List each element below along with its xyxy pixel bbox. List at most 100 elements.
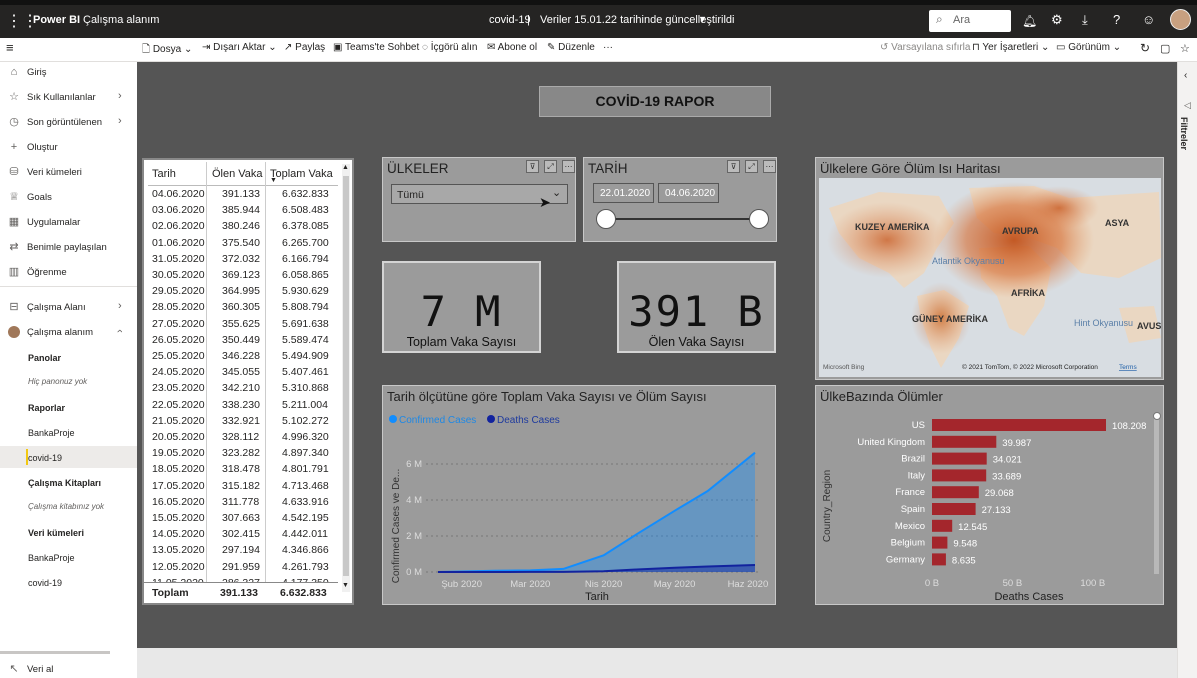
range-handle-end[interactable] xyxy=(749,209,769,229)
smiley-icon[interactable]: ☺ xyxy=(1142,12,1155,27)
chart-scrollbar[interactable] xyxy=(1154,414,1159,574)
area-chart[interactable]: Confirmed Cases Deaths Cases Confirmed C… xyxy=(383,406,775,604)
table-row[interactable]: 01.06.2020 375.540 6.265.700 xyxy=(150,236,332,252)
area-chart-visual[interactable]: Tarih ölçütüne göre Toplam Vaka Sayısı v… xyxy=(382,385,776,605)
report-item-covid19[interactable]: covid-19 xyxy=(28,453,62,463)
table-row[interactable]: 14.05.2020 302.415 4.442.011 xyxy=(150,527,332,543)
table-row[interactable]: 21.05.2020 332.921 5.102.272 xyxy=(150,414,332,430)
table-row[interactable]: 29.05.2020 364.995 5.930.629 xyxy=(150,284,332,300)
bar[interactable] xyxy=(932,435,997,448)
sidebar-item-shared[interactable]: ⇄ Benimle paylaşılan xyxy=(0,237,137,259)
section-dashboards[interactable]: Panolar xyxy=(28,353,61,363)
sidebar-scrollbar[interactable] xyxy=(0,651,110,654)
legend-label[interactable]: Confirmed Cases xyxy=(399,415,476,426)
sidebar-item-my-workspace[interactable]: Çalışma alanım › xyxy=(0,322,137,344)
view-button[interactable]: ▭ Görünüm ⌄ xyxy=(1056,42,1121,53)
user-avatar[interactable] xyxy=(1170,9,1191,30)
section-reports[interactable]: Raporlar xyxy=(28,403,65,413)
sidebar-item-learn[interactable]: ▥ Öğrenme xyxy=(0,262,137,284)
bar-chart[interactable]: Country_Region Deaths Cases US 108.208 Uni… xyxy=(816,406,1163,604)
bar[interactable] xyxy=(932,419,1106,431)
more-options-icon[interactable]: ⋯ xyxy=(562,160,575,173)
sidebar-item-favorites[interactable]: ☆ Sık Kullanılanlar › xyxy=(0,87,137,109)
table-row[interactable]: 03.06.2020 385.944 6.508.483 xyxy=(150,203,332,219)
scroll-thumb[interactable] xyxy=(343,176,349,576)
terms-link[interactable]: Terms xyxy=(1119,364,1137,371)
bar[interactable] xyxy=(932,536,948,549)
get-insights-button[interactable]: ◌ İçgörü alın xyxy=(422,42,477,53)
filter-icon[interactable]: ⊽ xyxy=(727,160,740,173)
table-row[interactable]: 31.05.2020 372.032 6.166.794 xyxy=(150,252,332,268)
reset-default-button[interactable]: ↺ Varsayılana sıfırla xyxy=(880,42,970,53)
refresh-icon[interactable]: ↻ xyxy=(1140,41,1150,55)
report-item-bankaproje[interactable]: BankaProje xyxy=(28,428,75,438)
sidebar-item-workspaces[interactable]: ⊟ Çalışma Alanı › xyxy=(0,297,137,319)
sidebar-item-goals[interactable]: ♕ Goals xyxy=(0,187,137,209)
focus-mode-icon[interactable]: ⤢ xyxy=(544,160,557,173)
table-row[interactable]: 17.05.2020 315.182 4.713.468 xyxy=(150,479,332,495)
table-scrollbar[interactable]: ▲ ▼ xyxy=(342,164,350,592)
file-menu-button[interactable]: 🗋 Dosya ⌄ xyxy=(142,42,192,59)
table-row[interactable]: 23.05.2020 342.210 5.310.868 xyxy=(150,381,332,397)
range-handle-start[interactable] xyxy=(596,209,616,229)
table-row[interactable]: 16.05.2020 311.778 4.633.916 xyxy=(150,495,332,511)
range-track[interactable] xyxy=(606,218,759,220)
bar[interactable] xyxy=(932,519,953,532)
column-header-total[interactable]: Toplam Vaka xyxy=(270,168,333,180)
bell-icon[interactable]: 🔔︎ xyxy=(1022,14,1037,28)
table-row[interactable]: 15.05.2020 307.663 4.542.195 xyxy=(150,511,332,527)
get-data-button[interactable]: ↖ Veri al xyxy=(0,659,137,678)
sidebar-item-apps[interactable]: ▦ Uygulamalar xyxy=(0,212,137,234)
bar[interactable] xyxy=(932,469,987,482)
table-row[interactable]: 20.05.2020 328.112 4.996.320 xyxy=(150,430,332,446)
comment-icon[interactable]: ▢ xyxy=(1160,42,1170,55)
bar[interactable] xyxy=(932,503,976,515)
table-row[interactable]: 12.05.2020 291.959 4.261.793 xyxy=(150,560,332,576)
table-row[interactable]: 28.05.2020 360.305 5.808.794 xyxy=(150,300,332,316)
table-row[interactable]: 30.05.2020 369.123 6.058.865 xyxy=(150,268,332,284)
legend-label[interactable]: Deaths Cases xyxy=(497,415,560,426)
world-map[interactable]: KUZEY AMERİKA AVRUPA ASYA Atlantik Okyan… xyxy=(819,178,1161,377)
sidebar-item-create[interactable]: + Oluştur xyxy=(0,137,137,159)
section-workbooks[interactable]: Çalışma Kitapları xyxy=(28,478,101,488)
bar-chart-visual[interactable]: ÜlkeBazında Ölümler Country_Region Death… xyxy=(815,385,1164,605)
table-row[interactable]: 18.05.2020 318.478 4.801.791 xyxy=(150,462,332,478)
more-options-button[interactable]: ··· xyxy=(603,42,613,53)
dataset-item-covid19[interactable]: covid-19 xyxy=(28,578,62,588)
table-row[interactable]: 13.05.2020 297.194 4.346.866 xyxy=(150,543,332,559)
focus-mode-icon[interactable]: ⤢ xyxy=(745,160,758,173)
hamburger-menu-icon[interactable]: ≡ xyxy=(6,40,14,55)
series-area-confirmed[interactable] xyxy=(438,452,755,572)
table-row[interactable]: 19.05.2020 323.282 4.897.340 xyxy=(150,446,332,462)
heat-map-visual[interactable]: Ülkelere Göre Ölüm Isı Haritası KUZEY AM… xyxy=(815,157,1164,380)
workspace-link[interactable]: Çalışma alanım xyxy=(83,14,159,26)
table-row[interactable]: 04.06.2020 391.133 6.632.833 xyxy=(150,187,332,203)
share-button[interactable]: ↗ Paylaş xyxy=(284,42,325,53)
teams-chat-button[interactable]: ▣ Teams'te Sohbet xyxy=(333,42,419,53)
brand-name[interactable]: Power BI xyxy=(33,14,80,26)
search-input[interactable]: ⌕ Ara xyxy=(929,10,1011,32)
data-table[interactable]: Tarih Ölen Vaka Toplam Vaka ▼ 04.06.2020… xyxy=(142,158,354,605)
chevron-down-icon[interactable]: ▼ xyxy=(698,14,707,24)
filter-icon[interactable]: ⊽ xyxy=(526,160,539,173)
date-from-input[interactable]: 22.01.2020 xyxy=(593,183,654,203)
column-header-date[interactable]: Tarih xyxy=(152,168,176,180)
sidebar-item-recent[interactable]: ◷ Son görüntülenen › xyxy=(0,112,137,134)
bar[interactable] xyxy=(932,553,946,566)
filters-pane-collapsed[interactable]: ‹ ◁ Filtreler xyxy=(1177,62,1197,678)
favorite-star-icon[interactable]: ☆ xyxy=(1180,42,1190,55)
export-menu-button[interactable]: ⇥ Dışarı Aktar ⌄ xyxy=(202,42,277,53)
scroll-handle[interactable] xyxy=(1153,412,1161,420)
scroll-up-icon[interactable]: ▲ xyxy=(342,164,349,171)
subscribe-button[interactable]: ✉ Abone ol xyxy=(487,42,537,53)
column-header-deaths[interactable]: Ölen Vaka xyxy=(212,168,263,180)
more-options-icon[interactable]: ⋯ xyxy=(763,160,776,173)
bar[interactable] xyxy=(932,452,987,465)
edit-button[interactable]: ✎ Düzenle xyxy=(547,42,595,53)
sidebar-item-home[interactable]: ⌂ Giriş xyxy=(0,62,137,84)
total-cases-card[interactable]: 7 M Toplam Vaka Sayısı xyxy=(382,261,541,353)
help-icon[interactable]: ? xyxy=(1113,12,1120,27)
download-icon[interactable]: ⤓ xyxy=(1082,12,1088,28)
table-row[interactable]: 02.06.2020 380.246 6.378.085 xyxy=(150,219,332,235)
table-row[interactable]: 24.05.2020 345.055 5.407.461 xyxy=(150,365,332,381)
